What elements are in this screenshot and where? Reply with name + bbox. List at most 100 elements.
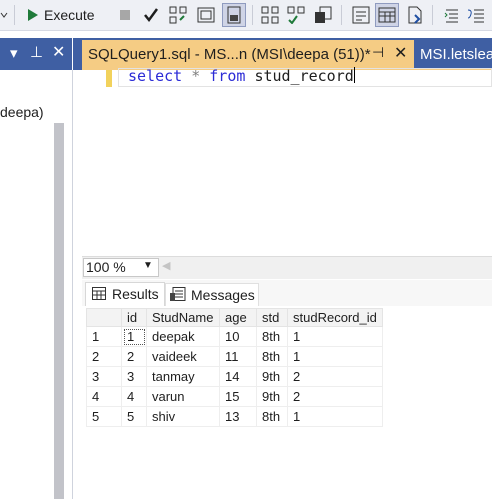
parse-check-button[interactable]: [142, 4, 160, 26]
display-plan-button[interactable]: [168, 4, 188, 26]
stop-icon: [120, 10, 130, 20]
results-to-grid-button[interactable]: [375, 3, 399, 27]
row-number[interactable]: 5: [86, 406, 122, 427]
cell-age[interactable]: 11: [219, 346, 257, 367]
uncomment-icon: [467, 9, 484, 23]
query-options-icon: [197, 7, 215, 23]
grid-icon: [92, 287, 106, 300]
column-header-studname[interactable]: StudName: [146, 308, 220, 327]
close-icon[interactable]: ✕: [52, 42, 65, 62]
chevron-down-icon[interactable]: ▼: [143, 260, 153, 271]
results-grid[interactable]: id StudName age std studRecord_id 1 1 de…: [86, 308, 383, 427]
sqlcmd-mode-button[interactable]: [312, 4, 334, 26]
sql-table-name: stud_record: [254, 67, 354, 85]
sql-query-text[interactable]: select * from stud_record: [128, 67, 355, 85]
column-header-std[interactable]: std: [256, 308, 288, 327]
execute-button[interactable]: Execute: [26, 4, 106, 26]
sql-star-operator: *: [191, 67, 201, 85]
cell-studname[interactable]: shiv: [146, 406, 220, 427]
toolbar-separator: [14, 5, 15, 25]
column-header-id[interactable]: id: [121, 308, 147, 327]
cell-std[interactable]: 9th: [256, 366, 288, 387]
results-file-icon: [408, 6, 422, 24]
cell-studname[interactable]: deepak: [146, 326, 220, 347]
object-explorer-header: ▾ ⊥ ✕: [0, 38, 72, 70]
comment-button[interactable]: [442, 4, 462, 26]
results-to-file-button[interactable]: [404, 4, 426, 26]
tab-msi-letslearn-label[interactable]: MSI.letslea: [420, 46, 492, 63]
include-plan-icon: [227, 6, 241, 24]
zoom-value: 100 %: [86, 259, 126, 275]
cell-std[interactable]: 9th: [256, 386, 288, 407]
cell-id[interactable]: 1: [121, 326, 147, 347]
tab-results-label: Results: [112, 286, 159, 302]
cell-age[interactable]: 10: [219, 326, 257, 347]
cell-std[interactable]: 8th: [256, 406, 288, 427]
client-stats-icon: [287, 6, 305, 24]
cell-id[interactable]: 4: [121, 386, 147, 407]
row-number[interactable]: 2: [86, 346, 122, 367]
cell-id[interactable]: 2: [121, 346, 147, 367]
vertical-scrollbar[interactable]: [54, 123, 64, 499]
display-plan-icon: [169, 6, 187, 24]
dropdown-arrow-icon[interactable]: [0, 4, 8, 26]
cell-studrecord-id[interactable]: 1: [287, 406, 383, 427]
cell-studrecord-id[interactable]: 2: [287, 366, 383, 387]
scroll-left-icon[interactable]: ◀: [162, 259, 170, 272]
cell-studrecord-id[interactable]: 1: [287, 346, 383, 367]
results-to-text-button[interactable]: [350, 4, 372, 26]
query-options-button[interactable]: [195, 4, 217, 26]
toolbar-separator: [252, 5, 253, 25]
cell-std[interactable]: 8th: [256, 346, 288, 367]
include-plan-button[interactable]: [222, 3, 246, 27]
live-stats-button[interactable]: [259, 4, 281, 26]
cell-std[interactable]: 8th: [256, 326, 288, 347]
change-tracking-bar: [106, 70, 112, 87]
row-number[interactable]: 4: [86, 386, 122, 407]
tab-results[interactable]: Results: [85, 282, 165, 307]
cell-age[interactable]: 14: [219, 366, 257, 387]
column-header-studrecord-id[interactable]: studRecord_id: [287, 308, 383, 327]
query-editor[interactable]: [82, 70, 492, 256]
cell-id[interactable]: 5: [121, 406, 147, 427]
toolbar: Execute: [0, 0, 492, 31]
cell-studrecord-id[interactable]: 1: [287, 326, 383, 347]
cell-studname[interactable]: tanmay: [146, 366, 220, 387]
cell-studrecord-id[interactable]: 2: [287, 386, 383, 407]
table-row[interactable]: 2 2 vaideek 11 8th 1: [86, 346, 383, 367]
close-icon[interactable]: ✕: [394, 43, 407, 63]
table-row[interactable]: 1 1 deepak 10 8th 1: [86, 326, 383, 347]
uncomment-button[interactable]: [466, 4, 486, 26]
tab-sqlquery1-label: SQLQuery1.sql - MS...n (MSI\deepa (51))*: [88, 46, 371, 63]
stop-button[interactable]: [117, 4, 133, 26]
sql-keyword-from: from: [209, 67, 246, 85]
toolbar-separator: [341, 5, 342, 25]
toolbar-separator: [432, 5, 433, 25]
tab-messages[interactable]: Messages: [165, 283, 259, 307]
row-number[interactable]: 1: [86, 326, 122, 347]
cell-studname[interactable]: vaideek: [146, 346, 220, 367]
pin-icon[interactable]: ⊣: [372, 44, 384, 61]
sql-keyword-select: select: [128, 67, 183, 85]
cell-id[interactable]: 3: [121, 366, 147, 387]
live-stats-icon: [261, 6, 279, 24]
cell-age[interactable]: 13: [219, 406, 257, 427]
row-number[interactable]: 3: [86, 366, 122, 387]
table-row[interactable]: 4 4 varun 15 9th 2: [86, 386, 383, 407]
table-row[interactable]: 3 3 tanmay 14 9th 2: [86, 366, 383, 387]
comment-icon: [444, 9, 458, 23]
pin-icon[interactable]: ⊥: [30, 43, 43, 61]
column-header-age[interactable]: age: [219, 308, 257, 327]
cell-age[interactable]: 15: [219, 386, 257, 407]
execute-icon: [28, 9, 38, 21]
server-node-label[interactable]: deepa): [0, 104, 44, 120]
cell-studname[interactable]: varun: [146, 386, 220, 407]
grid-header-row: id StudName age std studRecord_id: [86, 308, 383, 327]
client-stats-button[interactable]: [285, 4, 307, 26]
row-number-header[interactable]: [86, 308, 122, 327]
dropdown-arrow-icon[interactable]: ▾: [10, 44, 18, 62]
table-row[interactable]: 5 5 shiv 13 8th 1: [86, 406, 383, 427]
execute-label: Execute: [44, 7, 95, 23]
tab-messages-label: Messages: [191, 287, 255, 303]
sqlcmd-mode-icon: [315, 6, 332, 23]
